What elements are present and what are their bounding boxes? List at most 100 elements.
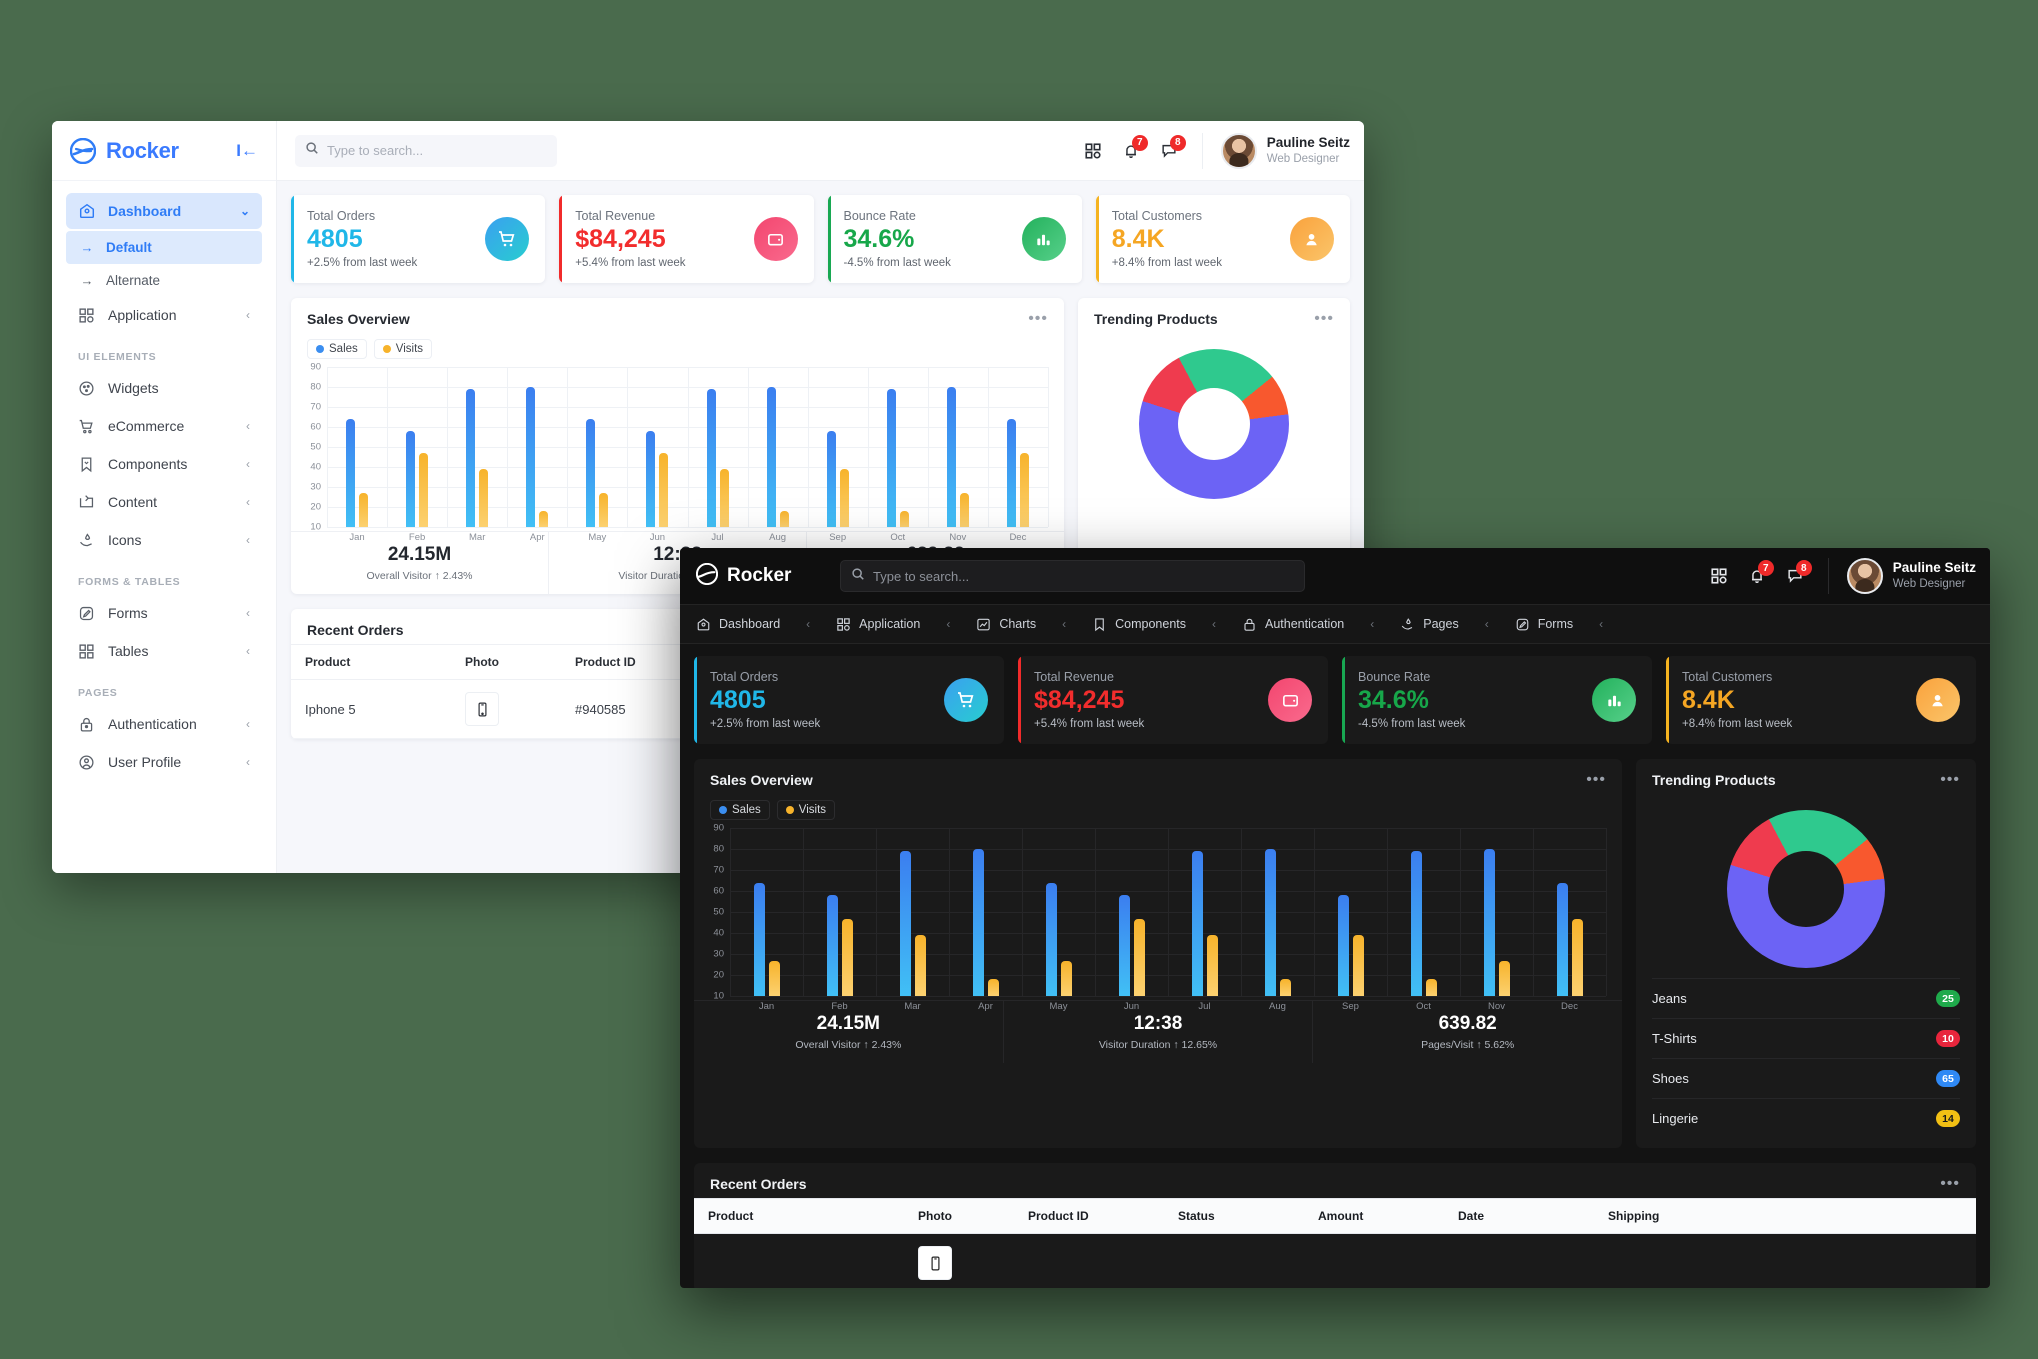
arrow-right-icon: → <box>80 273 94 288</box>
sidebar-item-dashboard[interactable]: Dashboard ⌄ <box>66 193 262 229</box>
stat-card-total-revenue[interactable]: Total Revenue $84,245 +5.4% from last we… <box>559 195 814 284</box>
bar-group: May <box>1022 828 1095 1012</box>
legend-item-sales[interactable]: Sales <box>307 339 367 360</box>
apps-grid-icon[interactable] <box>1710 567 1728 585</box>
topnav-item-components[interactable]: Components <box>1092 617 1186 632</box>
legend-item-visits[interactable]: Visits <box>373 339 433 360</box>
user-menu[interactable]: Pauline Seitz Web Designer <box>1827 558 1976 594</box>
more-horizontal-icon[interactable]: ••• <box>1940 772 1960 788</box>
apps-grid-icon[interactable] <box>1084 142 1102 160</box>
more-horizontal-icon[interactable]: ••• <box>1586 772 1606 788</box>
bell-icon[interactable]: 7 <box>1122 134 1148 160</box>
list-item[interactable]: Jeans 25 <box>1652 978 1960 1018</box>
topnav-item-forms[interactable]: Forms <box>1515 617 1573 632</box>
sidebar-item-widgets[interactable]: Widgets <box>66 370 262 406</box>
stat-card-total-customers[interactable]: Total Customers 8.4K +8.4% from last wee… <box>1095 195 1350 284</box>
collapse-left-icon[interactable]: I← <box>236 141 258 161</box>
x-axis-tick: Sep <box>829 532 847 544</box>
bar-sales-mar <box>899 851 911 997</box>
stat-card-bounce-rate[interactable]: Bounce Rate 34.6% -4.5% from last week <box>827 195 1082 284</box>
topnav-separator: ‹ <box>806 617 811 631</box>
sidebar-item-alternate[interactable]: → Alternate <box>66 264 262 297</box>
sidebar-item-tables[interactable]: Tables ‹ <box>66 633 262 669</box>
bar-group: Mar <box>447 367 507 543</box>
sales-overview-panel: Sales Overview ••• Sales Visits 90 80 70… <box>694 759 1622 1149</box>
bar-sales-nov <box>946 387 956 528</box>
stat-delta: +5.4% from last week <box>575 257 686 270</box>
sales-bar-chart: 90 80 70 60 50 40 30 20 10 Jan Feb Mar Apr May Jun Jul A… <box>694 823 1622 1012</box>
stat-card-total-revenue[interactable]: Total Revenue $84,245 +5.4% from last we… <box>1018 656 1328 745</box>
list-item[interactable]: Shoes 65 <box>1652 1058 1960 1098</box>
y-axis-tick: 30 <box>713 948 724 960</box>
stat-card-total-orders[interactable]: Total Orders 4805 +2.5% from last week <box>291 195 546 284</box>
topnav-separator: ‹ <box>1212 617 1217 631</box>
sidebar-item-user-profile[interactable]: User Profile ‹ <box>66 744 262 780</box>
topnav-label: Dashboard <box>719 617 781 631</box>
dark-stat-cards-row: Total Orders 4805 +2.5% from last week T… <box>694 656 1976 745</box>
brand[interactable]: Rocker I← <box>52 121 276 181</box>
x-axis-tick: Oct <box>1416 1001 1431 1013</box>
panel-header: Sales Overview ••• <box>291 298 1064 333</box>
sidebar-item-ecommerce[interactable]: eCommerce ‹ <box>66 408 262 444</box>
sidebar-item-label: Icons <box>108 532 142 548</box>
dark-header-bar: Rocker Type to search... 7 8 Pauline Sei… <box>680 548 1990 604</box>
sidebar-item-application[interactable]: Application ‹ <box>66 297 262 333</box>
bell-icon[interactable]: 7 <box>1748 560 1774 585</box>
sidebar-item-authentication[interactable]: Authentication ‹ <box>66 706 262 742</box>
chat-badge: 8 <box>1169 134 1186 151</box>
topnav-item-dashboard[interactable]: Dashboard <box>696 617 780 632</box>
more-horizontal-icon[interactable]: ••• <box>1940 1176 1960 1192</box>
stat-card-bounce-rate[interactable]: Bounce Rate 34.6% -4.5% from last week <box>1342 656 1652 745</box>
bar-sales-oct <box>1410 851 1422 997</box>
dark-brand[interactable]: Rocker <box>695 562 826 590</box>
sidebar-item-components[interactable]: Components ‹ <box>66 446 262 482</box>
sidebar-item-default[interactable]: → Default <box>66 231 262 264</box>
bar-sales-sep <box>826 431 836 528</box>
bar-visits-jan <box>359 493 369 528</box>
mini-change: 2.43% <box>871 1039 902 1052</box>
more-horizontal-icon[interactable]: ••• <box>1314 311 1334 327</box>
x-axis-tick: Jun <box>649 532 666 544</box>
user-menu[interactable]: Pauline Seitz Web Designer <box>1201 132 1350 169</box>
y-axis-tick: 60 <box>713 885 724 897</box>
bar-visits-apr <box>987 979 999 997</box>
chevron-down-icon: ⌄ <box>239 204 250 218</box>
dark-search-input[interactable]: Type to search... <box>840 560 1305 592</box>
table-row[interactable] <box>694 1234 1976 1288</box>
topnav-item-authentication[interactable]: Authentication <box>1242 617 1344 632</box>
bell-badge: 7 <box>1757 560 1774 576</box>
chat-bubble-icon[interactable]: 8 <box>1786 560 1812 585</box>
bar-group: Apr <box>507 367 567 543</box>
sidebar-item-content[interactable]: Content ‹ <box>66 484 262 520</box>
sidebar-item-icons[interactable]: Icons ‹ <box>66 522 262 558</box>
more-horizontal-icon[interactable]: ••• <box>1028 311 1048 327</box>
legend-item-sales[interactable]: Sales <box>710 800 770 821</box>
list-item[interactable]: T-Shirts 10 <box>1652 1018 1960 1058</box>
search-input[interactable]: Type to search... <box>295 134 557 167</box>
cell-product <box>694 1234 904 1288</box>
topnav-item-charts[interactable]: Charts <box>976 617 1036 632</box>
y-axis-tick: 80 <box>310 381 321 393</box>
bar-group: Nov <box>928 367 988 543</box>
bar-sales-jun <box>646 431 656 528</box>
topnav-item-application[interactable]: Application <box>836 617 920 632</box>
status-badge: 14 <box>1936 1110 1960 1128</box>
sidebar-item-forms[interactable]: Forms ‹ <box>66 595 262 631</box>
stat-card-total-orders[interactable]: Total Orders 4805 +2.5% from last week <box>694 656 1004 745</box>
chat-bubble-icon[interactable]: 8 <box>1160 134 1186 160</box>
bar-chart-icon <box>1592 678 1636 723</box>
sidebar-item-label: eCommerce <box>108 418 185 434</box>
sidebar-item-label: Components <box>108 456 188 472</box>
hand-drop-icon <box>78 531 96 549</box>
stat-delta: +8.4% from last week <box>1682 718 1793 731</box>
stat-card-total-customers[interactable]: Total Customers 8.4K +8.4% from last wee… <box>1666 656 1976 745</box>
x-axis-tick: Apr <box>978 1001 993 1013</box>
trend-label: Shoes <box>1652 1071 1689 1087</box>
topnav-item-pages[interactable]: Pages <box>1400 617 1459 632</box>
bar-group: Apr <box>949 828 1022 1012</box>
bar-sales-mar <box>466 389 476 528</box>
sidebar-item-label: Authentication <box>108 716 197 732</box>
topnav-separator: ‹ <box>1062 617 1067 631</box>
list-item[interactable]: Lingerie 14 <box>1652 1098 1960 1138</box>
legend-item-visits[interactable]: Visits <box>776 800 836 821</box>
